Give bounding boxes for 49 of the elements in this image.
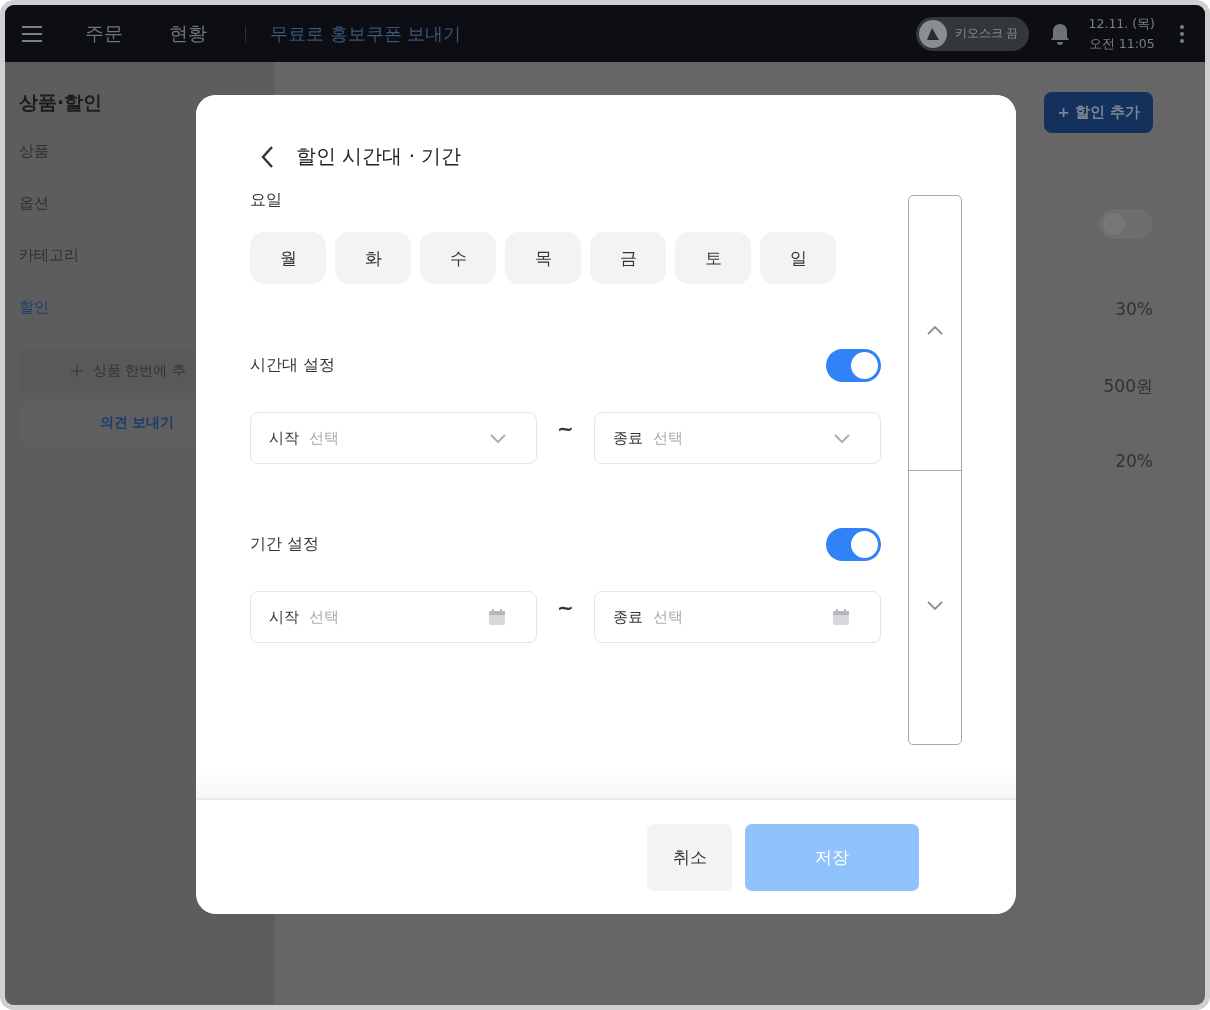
discount-value: 20%: [1115, 451, 1153, 473]
chevron-down-icon: [490, 433, 506, 443]
date-text: 12.11. (목): [1088, 14, 1155, 33]
placeholder-text: 선택: [653, 607, 683, 627]
day-button[interactable]: 월: [250, 232, 326, 284]
kiosk-toggle[interactable]: 키오스크 끔: [915, 16, 1029, 51]
time-text: 오전 11:05: [1088, 34, 1155, 53]
menu-icon[interactable]: [21, 24, 43, 43]
range-separator: ~: [556, 416, 575, 440]
end-select[interactable]: 종료 선택: [594, 412, 881, 464]
bell-icon[interactable]: [1048, 21, 1071, 46]
start-select[interactable]: 시작 선택: [250, 412, 537, 464]
back-icon[interactable]: [260, 144, 274, 169]
day-button[interactable]: 화: [335, 232, 411, 284]
field-label: 종료: [613, 607, 643, 627]
toggle-switch[interactable]: [826, 528, 881, 561]
calendar-icon: [832, 608, 850, 626]
day-button[interactable]: 목: [505, 232, 581, 284]
field-label: 시작: [269, 428, 299, 448]
add-discount-button[interactable]: + 할인 추가: [1044, 92, 1153, 133]
chevron-up-icon[interactable]: [927, 326, 943, 335]
end-select[interactable]: 종료 선택: [594, 591, 881, 643]
nav-tab[interactable]: 주문: [85, 20, 123, 47]
placeholder-text: 선택: [653, 428, 683, 448]
kiosk-icon: [918, 19, 947, 48]
calendar-icon: [488, 608, 506, 626]
toggle-switch[interactable]: [826, 349, 881, 382]
start-select[interactable]: 시작 선택: [250, 591, 537, 643]
discount-value: 500원: [1103, 375, 1153, 397]
field-label: 종료: [613, 428, 643, 448]
cancel-button[interactable]: 취소: [647, 823, 732, 891]
discount-value: 30%: [1115, 299, 1153, 321]
day-button[interactable]: 금: [590, 232, 666, 284]
day-button[interactable]: 토: [675, 232, 751, 284]
placeholder-text: 선택: [309, 607, 339, 627]
plus-icon: [71, 365, 83, 377]
section-label: 기간 설정: [250, 534, 320, 555]
more-icon[interactable]: [1179, 23, 1185, 44]
days-label: 요일: [250, 190, 283, 211]
sidebar-title: 상품·할인: [19, 90, 103, 115]
day-button[interactable]: 일: [760, 232, 836, 284]
field-label: 시작: [269, 607, 299, 627]
nav-tab[interactable]: 현황: [169, 20, 207, 47]
placeholder-text: 선택: [309, 428, 339, 448]
chevron-down-icon[interactable]: [927, 600, 943, 610]
day-button[interactable]: 수: [420, 232, 496, 284]
modal-title: 할인 시간대 · 기간: [296, 143, 462, 170]
range-separator: ~: [556, 595, 575, 619]
chevron-down-icon: [834, 433, 850, 443]
